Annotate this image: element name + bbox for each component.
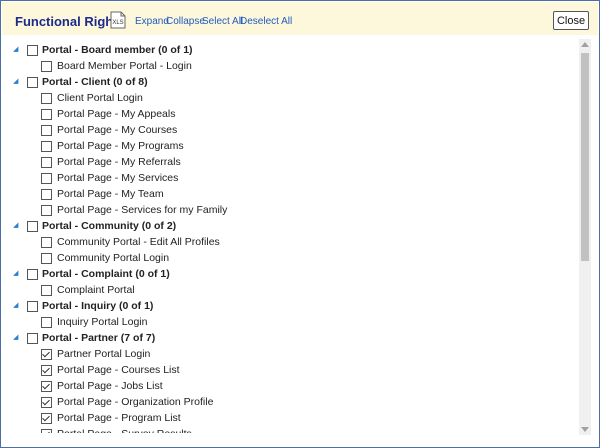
item-label: Complaint Portal: [57, 284, 135, 296]
item-label: Portal Page - Survey Results: [57, 426, 192, 433]
group-checkbox[interactable]: [27, 221, 38, 232]
tree-item-row[interactable]: Board Member Portal - Login: [2, 58, 572, 74]
item-checkbox[interactable]: [41, 381, 52, 392]
item-label: Portal Page - My Services: [57, 172, 179, 184]
scroll-up-arrow-icon[interactable]: [581, 42, 589, 47]
tree-item-row[interactable]: Portal Page - Jobs List: [2, 378, 572, 394]
expanded-triangle-icon[interactable]: ◢: [13, 266, 18, 282]
tree-item-row[interactable]: Complaint Portal: [2, 282, 572, 298]
item-label: Portal Page - Services for my Family: [57, 204, 228, 216]
item-label: Partner Portal Login: [57, 348, 151, 360]
group-label: Portal - Board member (0 of 1): [42, 44, 193, 56]
item-checkbox[interactable]: [41, 429, 52, 433]
item-checkbox[interactable]: [41, 397, 52, 408]
vertical-scrollbar[interactable]: [579, 39, 591, 435]
rights-tree: ◢ Portal - Board member (0 of 1) Board Mem…: [2, 39, 578, 433]
item-checkbox[interactable]: [41, 349, 52, 360]
item-checkbox[interactable]: [41, 365, 52, 376]
group-checkbox[interactable]: [27, 301, 38, 312]
group-label: Portal - Community (0 of 2): [42, 220, 177, 232]
item-label: Inquiry Portal Login: [57, 316, 148, 328]
item-checkbox[interactable]: [41, 253, 52, 264]
item-label: Portal Page - My Referrals: [57, 156, 181, 168]
item-checkbox[interactable]: [41, 205, 52, 216]
tree-group-row[interactable]: ◢ Portal - Complaint (0 of 1): [2, 266, 572, 282]
tree-group-row[interactable]: ◢ Portal - Inquiry (0 of 1): [2, 298, 572, 314]
group-checkbox[interactable]: [27, 77, 38, 88]
group-label: Portal - Client (0 of 8): [42, 76, 148, 88]
tree-item-row[interactable]: Portal Page - My Services: [2, 170, 572, 186]
expanded-triangle-icon[interactable]: ◢: [13, 330, 18, 346]
scrollbar-thumb[interactable]: [581, 53, 589, 261]
item-checkbox[interactable]: [41, 173, 52, 184]
item-checkbox[interactable]: [41, 237, 52, 248]
xls-icon-label: XLS: [112, 20, 123, 26]
close-button[interactable]: Close: [553, 11, 589, 30]
tree-item-row[interactable]: Portal Page - My Courses: [2, 122, 572, 138]
item-checkbox[interactable]: [41, 189, 52, 200]
tree-item-row[interactable]: Portal Page - Survey Results: [2, 426, 572, 433]
tree-group-row[interactable]: ◢ Portal - Board member (0 of 1): [2, 42, 572, 58]
group-label: Portal - Inquiry (0 of 1): [42, 300, 154, 312]
tree-group-row[interactable]: ◢ Portal - Partner (7 of 7): [2, 330, 572, 346]
scroll-down-arrow-icon[interactable]: [581, 427, 589, 432]
collapse-link[interactable]: Collapse: [166, 16, 205, 27]
item-label: Portal Page - Courses List: [57, 364, 180, 376]
item-checkbox[interactable]: [41, 413, 52, 424]
expanded-triangle-icon[interactable]: ◢: [13, 218, 18, 234]
tree-item-row[interactable]: Portal Page - Organization Profile: [2, 394, 572, 410]
deselect-all-link[interactable]: Deselect All: [240, 16, 292, 27]
xls-file-icon[interactable]: XLS: [109, 11, 127, 29]
group-checkbox[interactable]: [27, 333, 38, 344]
tree-item-row[interactable]: Inquiry Portal Login: [2, 314, 572, 330]
tree-group-row[interactable]: ◢ Portal - Client (0 of 8): [2, 74, 572, 90]
item-checkbox[interactable]: [41, 141, 52, 152]
item-label: Portal Page - My Appeals: [57, 108, 176, 120]
group-label: Portal - Partner (7 of 7): [42, 332, 156, 344]
item-label: Community Portal - Edit All Profiles: [57, 236, 220, 248]
expanded-triangle-icon[interactable]: ◢: [13, 74, 18, 90]
item-label: Client Portal Login: [57, 92, 143, 104]
item-label: Community Portal Login: [57, 252, 170, 264]
item-checkbox[interactable]: [41, 125, 52, 136]
item-checkbox[interactable]: [41, 93, 52, 104]
group-checkbox[interactable]: [27, 45, 38, 56]
item-label: Portal Page - Program List: [57, 412, 181, 424]
tree-item-row[interactable]: Portal Page - My Programs: [2, 138, 572, 154]
tree-item-row[interactable]: Portal Page - Services for my Family: [2, 202, 572, 218]
tree-item-row[interactable]: Portal Page - Courses List: [2, 362, 572, 378]
group-label: Portal - Complaint (0 of 1): [42, 268, 170, 280]
tree-item-row[interactable]: Client Portal Login: [2, 90, 572, 106]
item-label: Board Member Portal - Login: [57, 60, 192, 72]
tree-item-row[interactable]: Portal Page - My Appeals: [2, 106, 572, 122]
tree-item-row[interactable]: Community Portal Login: [2, 250, 572, 266]
item-checkbox[interactable]: [41, 61, 52, 72]
expand-link[interactable]: Expand: [135, 16, 169, 27]
item-label: Portal Page - Organization Profile: [57, 396, 214, 408]
tree-item-row[interactable]: Portal Page - My Team: [2, 186, 572, 202]
select-all-link[interactable]: Select All: [202, 16, 243, 27]
tree-item-row[interactable]: Partner Portal Login: [2, 346, 572, 362]
item-checkbox[interactable]: [41, 109, 52, 120]
tree-item-row[interactable]: Community Portal - Edit All Profiles: [2, 234, 572, 250]
tree-group-row[interactable]: ◢ Portal - Community (0 of 2): [2, 218, 572, 234]
dialog-header: Functional Rights XLS Expand Collapse Se…: [2, 2, 598, 35]
tree-item-row[interactable]: Portal Page - My Referrals: [2, 154, 572, 170]
tree-item-row[interactable]: Portal Page - Program List: [2, 410, 572, 426]
item-checkbox[interactable]: [41, 317, 52, 328]
functional-rights-dialog: Functional Rights XLS Expand Collapse Se…: [0, 0, 600, 448]
group-checkbox[interactable]: [27, 269, 38, 280]
item-checkbox[interactable]: [41, 157, 52, 168]
item-label: Portal Page - My Courses: [57, 124, 178, 136]
item-label: Portal Page - My Team: [57, 188, 164, 200]
expanded-triangle-icon[interactable]: ◢: [13, 42, 18, 58]
expanded-triangle-icon[interactable]: ◢: [13, 298, 18, 314]
item-label: Portal Page - Jobs List: [57, 380, 163, 392]
item-label: Portal Page - My Programs: [57, 140, 184, 152]
item-checkbox[interactable]: [41, 285, 52, 296]
